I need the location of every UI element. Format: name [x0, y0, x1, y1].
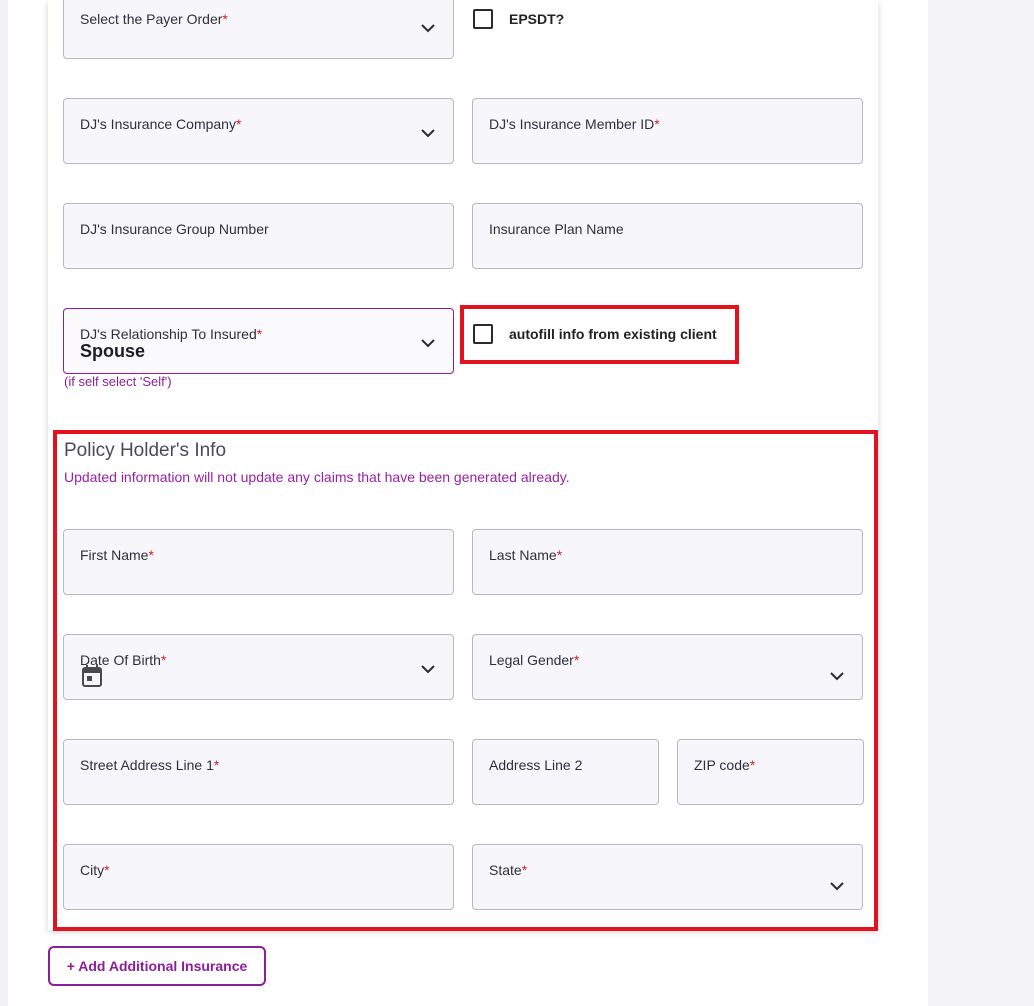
first-name-field[interactable]: First Name*: [63, 529, 454, 595]
payer-order-select[interactable]: Select the Payer Order*: [63, 0, 454, 59]
last-name-field[interactable]: Last Name*: [472, 529, 863, 595]
city-label: City*: [80, 862, 110, 878]
relationship-select[interactable]: DJ's Relationship To Insured* Spouse: [63, 308, 454, 374]
group-number-field[interactable]: DJ's Insurance Group Number: [63, 203, 454, 269]
gender-label: Legal Gender*: [489, 652, 580, 668]
group-number-label: DJ's Insurance Group Number: [80, 221, 269, 237]
state-select[interactable]: State*: [472, 844, 863, 910]
member-id-label: DJ's Insurance Member ID*: [489, 116, 660, 132]
relationship-label: DJ's Relationship To Insured*: [80, 326, 263, 342]
add-additional-insurance-button[interactable]: + Add Additional Insurance: [48, 946, 266, 986]
chevron-down-icon: [421, 665, 435, 674]
zip-field[interactable]: ZIP code*: [677, 739, 864, 805]
member-id-field[interactable]: DJ's Insurance Member ID*: [472, 98, 863, 164]
right-panel: [928, 0, 1034, 1006]
insurance-company-select[interactable]: DJ's Insurance Company*: [63, 98, 454, 164]
epsdt-checkbox[interactable]: [473, 9, 493, 29]
relationship-hint: (if self select 'Self'): [64, 374, 172, 389]
update-notice: Updated information will not update any …: [64, 469, 570, 485]
gender-select[interactable]: Legal Gender*: [472, 634, 863, 700]
plan-name-label: Insurance Plan Name: [489, 221, 624, 237]
street1-field[interactable]: Street Address Line 1*: [63, 739, 454, 805]
calendar-icon[interactable]: [82, 665, 102, 687]
autofill-checkbox[interactable]: [473, 324, 493, 344]
first-name-label: First Name*: [80, 547, 154, 563]
chevron-down-icon: [421, 339, 435, 348]
payer-order-label: Select the Payer Order*: [80, 11, 228, 27]
insurance-company-label: DJ's Insurance Company*: [80, 116, 242, 132]
city-field[interactable]: City*: [63, 844, 454, 910]
chevron-down-icon: [421, 24, 435, 33]
street1-label: Street Address Line 1*: [80, 757, 220, 773]
zip-label: ZIP code*: [694, 757, 756, 773]
section-title: Policy Holder's Info: [64, 440, 227, 461]
state-label: State*: [489, 862, 528, 878]
chevron-down-icon: [830, 672, 844, 681]
relationship-value: Spouse: [80, 341, 146, 361]
epsdt-label: EPSDT?: [509, 11, 565, 27]
chevron-down-icon: [421, 129, 435, 138]
epsdt-checkbox-row[interactable]: EPSDT?: [473, 9, 564, 29]
autofill-label: autofill info from existing client: [509, 326, 717, 342]
plan-name-field[interactable]: Insurance Plan Name: [472, 203, 863, 269]
address2-field[interactable]: Address Line 2: [472, 739, 659, 805]
chevron-down-icon: [830, 882, 844, 891]
address2-label: Address Line 2: [489, 757, 583, 773]
autofill-checkbox-row[interactable]: autofill info from existing client: [473, 324, 717, 344]
dob-field[interactable]: Date Of Birth*: [63, 634, 454, 700]
left-gutter: [0, 0, 8, 1006]
last-name-label: Last Name*: [489, 547, 563, 563]
